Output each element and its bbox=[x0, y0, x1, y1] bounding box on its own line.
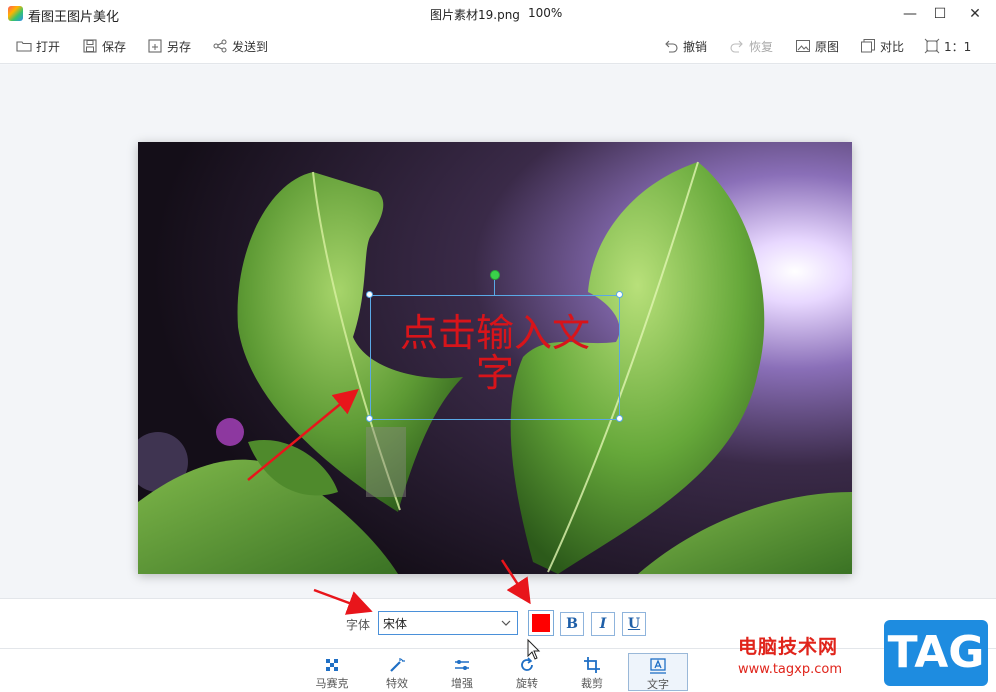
tab-text-label: 文字 bbox=[647, 678, 669, 691]
font-select-value: 宋体 bbox=[383, 617, 408, 631]
save-label: 保存 bbox=[102, 39, 127, 54]
undo-icon bbox=[663, 38, 679, 54]
save-as-label: 另存 bbox=[167, 39, 192, 54]
send-to-label: 发送到 bbox=[232, 39, 269, 54]
actual-size-button[interactable]: 1：1 bbox=[924, 36, 971, 56]
tab-enhance[interactable]: 增强 bbox=[434, 653, 490, 691]
file-name: 图片素材19.png bbox=[430, 8, 520, 22]
save-as-icon bbox=[147, 38, 163, 54]
tab-crop-label: 裁剪 bbox=[581, 677, 603, 690]
bold-button[interactable]: B bbox=[560, 612, 584, 636]
watermark-url: www.tagxp.com bbox=[738, 662, 842, 677]
watermark-text: 电脑技术网 bbox=[738, 636, 839, 658]
toolbar: 打开 保存 另存 发送到 撤销 恢复 原图 对比 1：1 bbox=[0, 28, 996, 64]
rotate-handle[interactable] bbox=[490, 270, 500, 280]
share-icon bbox=[212, 38, 228, 54]
save-as-button[interactable]: 另存 bbox=[147, 36, 191, 56]
text-options-bar: 字体 宋体 B I U bbox=[0, 598, 996, 648]
resize-handle-bottom-right[interactable] bbox=[616, 415, 623, 422]
tab-text[interactable]: 文字 bbox=[628, 653, 688, 691]
undo-label: 撤销 bbox=[683, 39, 708, 54]
redo-icon bbox=[729, 38, 745, 54]
text-color-picker[interactable] bbox=[528, 610, 554, 636]
undo-button[interactable]: 撤销 bbox=[663, 36, 707, 56]
save-button[interactable]: 保存 bbox=[82, 36, 126, 56]
app-title: 看图王图片美化 bbox=[28, 10, 120, 25]
tab-enhance-label: 增强 bbox=[451, 677, 473, 690]
chevron-down-icon bbox=[500, 616, 512, 630]
open-label: 打开 bbox=[36, 39, 61, 54]
magic-wand-icon bbox=[388, 656, 406, 674]
font-select[interactable]: 宋体 bbox=[378, 611, 518, 635]
tab-rotate-label: 旋转 bbox=[516, 677, 538, 690]
open-button[interactable]: 打开 bbox=[16, 36, 60, 56]
title-bar: 看图王图片美化 图片素材19.png 100% — ☐ ✕ bbox=[0, 0, 996, 28]
minimize-button[interactable]: — bbox=[895, 0, 925, 28]
actual-size-label: 1：1 bbox=[944, 39, 972, 54]
text-icon bbox=[649, 657, 667, 675]
text-content[interactable]: 点击输入文字 bbox=[390, 313, 600, 393]
compare-button[interactable]: 对比 bbox=[860, 36, 904, 56]
original-label: 原图 bbox=[815, 39, 840, 54]
maximize-button[interactable]: ☐ bbox=[925, 0, 955, 28]
send-to-button[interactable]: 发送到 bbox=[212, 36, 268, 56]
fit-size-icon bbox=[924, 38, 940, 54]
app-logo-icon bbox=[8, 6, 23, 21]
italic-button[interactable]: I bbox=[591, 612, 615, 636]
resize-handle-top-left[interactable] bbox=[366, 291, 373, 298]
watermark-tag-logo: TAG bbox=[884, 620, 988, 686]
close-button[interactable]: ✕ bbox=[960, 0, 990, 28]
rotation-line bbox=[494, 280, 495, 295]
bottom-tool-bar: 马赛克 特效 增强 旋转 裁剪 文字 bbox=[0, 648, 996, 692]
redo-label: 恢复 bbox=[749, 39, 774, 54]
resize-handle-top-right[interactable] bbox=[616, 291, 623, 298]
tab-mosaic-label: 马赛克 bbox=[315, 677, 349, 690]
sliders-icon bbox=[453, 656, 471, 674]
crop-icon bbox=[583, 656, 601, 674]
rotate-icon bbox=[518, 656, 536, 674]
tab-crop[interactable]: 裁剪 bbox=[564, 653, 620, 691]
compare-icon bbox=[860, 38, 876, 54]
compare-label: 对比 bbox=[880, 39, 905, 54]
zoom-level: 100% bbox=[528, 6, 563, 20]
font-label: 字体 bbox=[346, 618, 371, 632]
image-icon bbox=[795, 38, 811, 54]
tab-effects[interactable]: 特效 bbox=[369, 653, 425, 691]
color-swatch bbox=[532, 614, 550, 632]
tab-rotate[interactable]: 旋转 bbox=[499, 653, 555, 691]
resize-handle-bottom-left[interactable] bbox=[366, 415, 373, 422]
underline-button[interactable]: U bbox=[622, 612, 646, 636]
folder-icon bbox=[16, 38, 32, 54]
tab-mosaic[interactable]: 马赛克 bbox=[304, 653, 360, 691]
tab-effects-label: 特效 bbox=[386, 677, 408, 690]
original-button[interactable]: 原图 bbox=[795, 36, 839, 56]
mosaic-icon bbox=[323, 656, 341, 674]
save-icon bbox=[82, 38, 98, 54]
redo-button[interactable]: 恢复 bbox=[729, 36, 773, 56]
